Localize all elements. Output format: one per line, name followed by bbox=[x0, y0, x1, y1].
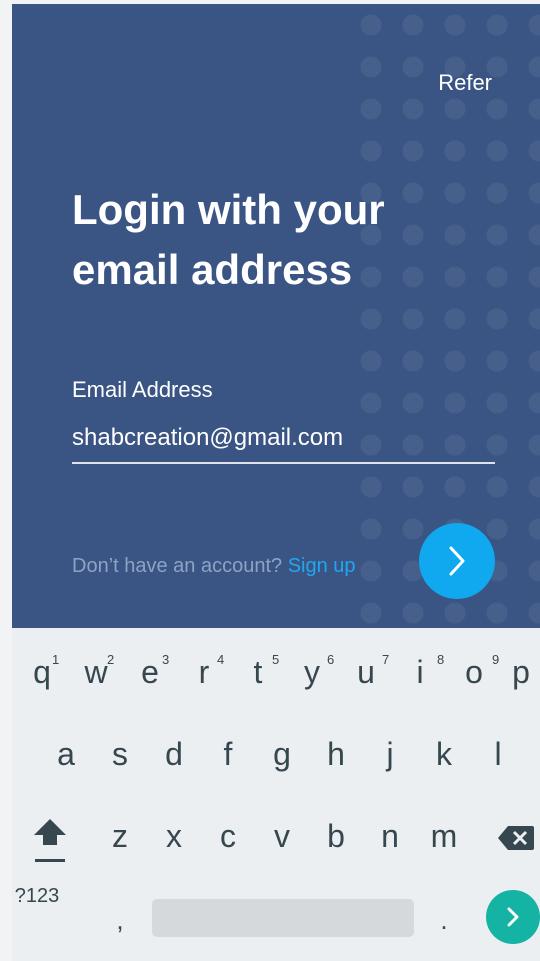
symbols-key[interactable]: ?123 bbox=[10, 874, 64, 918]
key-label: e bbox=[141, 654, 159, 690]
backspace-icon bbox=[498, 826, 534, 850]
key-hint: 5 bbox=[272, 652, 280, 667]
comma-key[interactable]: , bbox=[96, 898, 144, 942]
key-label: y bbox=[304, 654, 320, 690]
key-x[interactable]: x bbox=[150, 806, 198, 866]
key-hint: 9 bbox=[492, 652, 500, 667]
key-b[interactable]: b bbox=[312, 806, 360, 866]
key-label: z bbox=[112, 818, 128, 854]
signup-link[interactable]: Sign up bbox=[288, 555, 356, 577]
signup-row: Don’t have an account? Sign up bbox=[72, 555, 356, 578]
key-d[interactable]: d bbox=[150, 724, 198, 784]
space-key[interactable] bbox=[152, 899, 414, 937]
key-u[interactable]: 7 u bbox=[342, 642, 390, 702]
key-label: o bbox=[465, 654, 483, 690]
key-label: t bbox=[253, 654, 263, 690]
key-label: b bbox=[327, 818, 345, 854]
key-g[interactable]: g bbox=[258, 724, 306, 784]
signup-prompt: Don’t have an account? bbox=[72, 555, 283, 577]
key-l[interactable]: l bbox=[474, 724, 522, 784]
key-label: a bbox=[57, 736, 75, 772]
shift-key[interactable] bbox=[24, 811, 76, 867]
email-field[interactable] bbox=[72, 414, 495, 464]
key-k[interactable]: k bbox=[420, 724, 468, 784]
backspace-key[interactable] bbox=[492, 818, 540, 858]
key-h[interactable]: h bbox=[312, 724, 360, 784]
key-label: g bbox=[273, 736, 291, 772]
key-a[interactable]: a bbox=[42, 724, 90, 784]
key-label: x bbox=[166, 818, 182, 854]
refer-link[interactable]: Refer bbox=[438, 70, 492, 96]
chevron-right-icon bbox=[507, 907, 519, 927]
key-label: v bbox=[274, 818, 290, 854]
key-label: d bbox=[165, 736, 183, 772]
key-label: q bbox=[33, 654, 51, 690]
key-e[interactable]: 3 e bbox=[126, 642, 174, 702]
period-key[interactable]: . bbox=[420, 898, 468, 942]
key-hint: 7 bbox=[382, 652, 390, 667]
key-label: m bbox=[430, 818, 458, 854]
key-i[interactable]: 8 i bbox=[396, 642, 444, 702]
key-w[interactable]: 2 w bbox=[72, 642, 120, 702]
key-label: p bbox=[512, 654, 530, 690]
key-label: n bbox=[381, 818, 399, 854]
key-hint: 8 bbox=[437, 652, 445, 667]
page-title: Login with your email address bbox=[72, 186, 385, 293]
key-hint: 6 bbox=[327, 652, 335, 667]
key-m[interactable]: m bbox=[420, 806, 468, 866]
key-label: w bbox=[84, 654, 108, 690]
key-f[interactable]: f bbox=[204, 724, 252, 784]
key-label: i bbox=[416, 654, 424, 690]
key-z[interactable]: z bbox=[96, 806, 144, 866]
login-screen: Refer Login with your email address Emai… bbox=[12, 4, 540, 628]
key-j[interactable]: j bbox=[366, 724, 414, 784]
key-label: j bbox=[386, 736, 394, 772]
chevron-right-icon bbox=[449, 546, 465, 576]
email-label: Email Address bbox=[72, 377, 213, 402]
key-label: r bbox=[198, 654, 210, 690]
key-y[interactable]: 6 y bbox=[288, 642, 336, 702]
key-label: c bbox=[220, 818, 236, 854]
enter-key[interactable] bbox=[486, 890, 540, 944]
key-s[interactable]: s bbox=[96, 724, 144, 784]
next-button[interactable] bbox=[419, 523, 495, 599]
key-t[interactable]: 5 t bbox=[234, 642, 282, 702]
key-c[interactable]: c bbox=[204, 806, 252, 866]
key-label: s bbox=[112, 736, 128, 772]
shift-arrow-icon bbox=[34, 819, 66, 862]
key-label: k bbox=[436, 736, 452, 772]
key-r[interactable]: 4 r bbox=[180, 642, 228, 702]
key-label: l bbox=[494, 736, 502, 772]
key-hint: 2 bbox=[107, 652, 115, 667]
key-label: u bbox=[357, 654, 375, 690]
key-label: h bbox=[327, 736, 345, 772]
key-p[interactable]: p bbox=[502, 642, 540, 702]
key-o[interactable]: 9 o bbox=[450, 642, 500, 702]
key-label: f bbox=[223, 736, 233, 772]
key-v[interactable]: v bbox=[258, 806, 306, 866]
key-q[interactable]: 1 q bbox=[18, 642, 66, 702]
key-hint: 4 bbox=[217, 652, 225, 667]
key-hint: 1 bbox=[52, 652, 60, 667]
key-hint: 3 bbox=[162, 652, 170, 667]
key-n[interactable]: n bbox=[366, 806, 414, 866]
